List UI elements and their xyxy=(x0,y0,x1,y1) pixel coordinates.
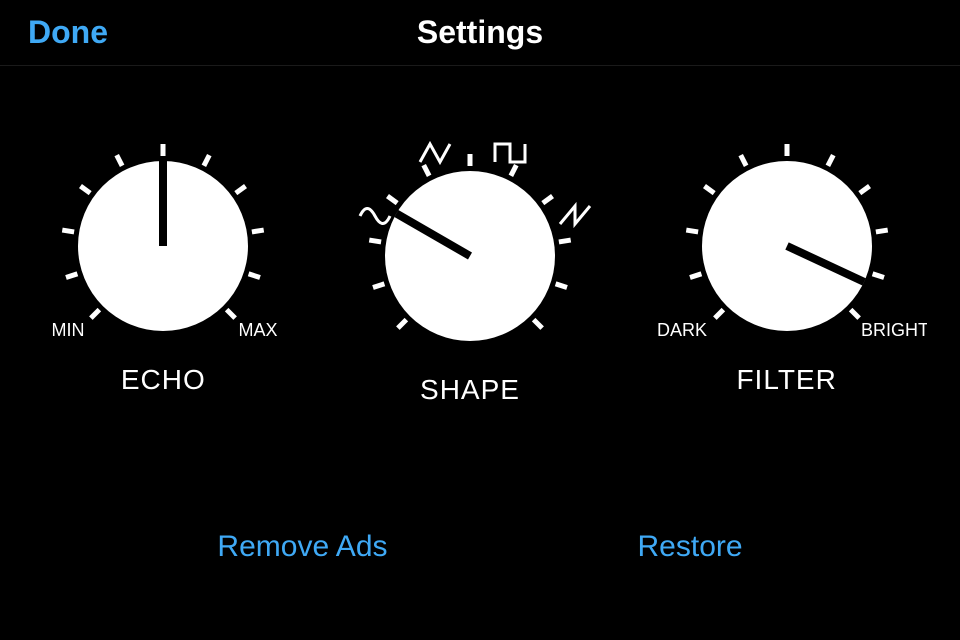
knob-filter[interactable]: DARK BRIGHT xyxy=(647,136,927,356)
knobs-row: MIN MAX ECHO xyxy=(0,126,960,406)
done-button[interactable]: Done xyxy=(28,14,108,51)
filter-max-label: BRIGHT xyxy=(861,320,927,340)
knob-filter-assembly: DARK BRIGHT FILTER xyxy=(647,136,927,396)
navbar: Done Settings xyxy=(0,0,960,66)
triangle-wave-icon xyxy=(420,144,450,162)
restore-button[interactable]: Restore xyxy=(638,530,743,564)
sine-wave-icon xyxy=(360,209,390,224)
echo-label: ECHO xyxy=(121,364,206,396)
knob-echo-assembly: MIN MAX ECHO xyxy=(33,136,293,396)
filter-min-label: DARK xyxy=(657,320,707,340)
shape-label: SHAPE xyxy=(420,374,520,406)
saw-wave-icon xyxy=(560,206,590,224)
filter-label: FILTER xyxy=(736,364,836,396)
remove-ads-button[interactable]: Remove Ads xyxy=(217,530,387,564)
echo-max-label: MAX xyxy=(239,320,278,340)
knob-shape[interactable] xyxy=(320,126,620,366)
knob-shape-assembly: SHAPE xyxy=(320,126,620,406)
echo-min-label: MIN xyxy=(52,320,85,340)
square-wave-icon xyxy=(495,144,525,162)
knob-echo[interactable]: MIN MAX xyxy=(33,136,293,356)
page-title: Settings xyxy=(417,14,543,51)
bottom-actions: Remove Ads Restore xyxy=(0,530,960,564)
